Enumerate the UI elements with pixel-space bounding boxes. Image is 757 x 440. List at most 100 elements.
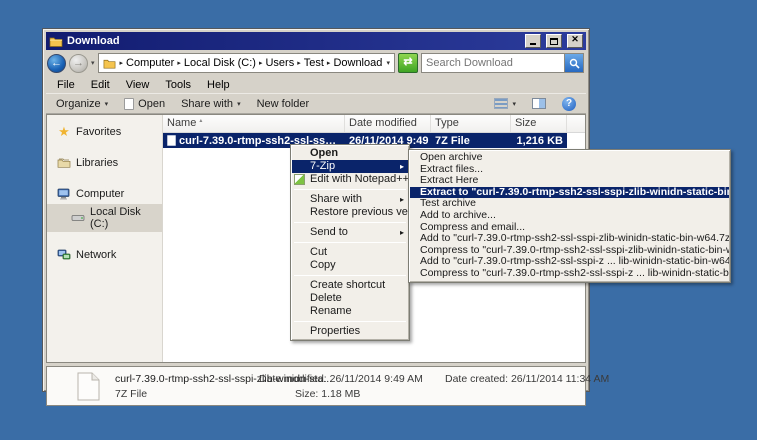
menu-tools[interactable]: Tools	[158, 78, 198, 92]
help-icon: ?	[562, 97, 576, 111]
submenu-item-extract-files[interactable]: Extract files...	[410, 164, 729, 176]
preview-pane-icon	[532, 98, 546, 109]
context-menu-item-rename[interactable]: Rename	[292, 305, 408, 318]
breadcrumb-local-disk-c[interactable]: Local Disk (C:)	[184, 57, 256, 69]
search-box	[421, 53, 584, 73]
submenu-item-extract-to-folder[interactable]: Extract to "curl-7.39.0-rtmp-ssh2-ssl-ss…	[410, 187, 729, 199]
chevron-down-icon: ▾	[237, 100, 241, 108]
context-menu-item-cut[interactable]: Cut	[292, 246, 408, 259]
column-headers: Name ▴ Date modified Type Size	[163, 115, 585, 133]
new-folder-button[interactable]: New folder	[250, 96, 317, 112]
menu-help[interactable]: Help	[200, 78, 237, 92]
context-menu-item-create-shortcut[interactable]: Create shortcut	[292, 279, 408, 292]
search-button[interactable]	[564, 54, 583, 72]
details-size: Size: 1.18 MB	[295, 388, 360, 400]
details-file-type: 7Z File	[115, 388, 147, 400]
libraries-icon	[57, 156, 71, 169]
chevron-down-icon: ▾	[105, 100, 109, 108]
minimize-button[interactable]	[525, 34, 541, 48]
sidebar-item-favorites[interactable]: ★ Favorites	[47, 123, 162, 140]
breadcrumb-separator-icon[interactable]: ▸	[259, 59, 263, 67]
context-menu-item-share-with[interactable]: Share with ▸	[292, 193, 408, 206]
context-menu-item-send-to[interactable]: Send to ▸	[292, 226, 408, 239]
breadcrumb-separator-icon[interactable]: ▸	[327, 59, 331, 67]
context-menu-item-properties[interactable]: Properties	[292, 325, 408, 338]
organize-button[interactable]: Organize▾	[49, 96, 115, 112]
share-with-button[interactable]: Share with▾	[174, 96, 248, 112]
forward-button[interactable]: →	[69, 54, 88, 73]
context-menu-item-open[interactable]: Open	[292, 147, 408, 160]
sidebar-item-libraries[interactable]: Libraries	[47, 154, 162, 171]
title-bar[interactable]: Download ✕	[46, 32, 586, 50]
column-header-name[interactable]: Name ▴	[163, 115, 345, 132]
submenu-item-add-to-7z[interactable]: Add to "curl-7.39.0-rtmp-ssh2-ssl-sspi-z…	[410, 233, 729, 245]
context-menu-item-7zip[interactable]: 7-Zip ▸	[292, 160, 408, 173]
menu-view[interactable]: View	[119, 78, 157, 92]
submenu-item-compress-and-email[interactable]: Compress and email...	[410, 222, 729, 234]
sort-ascending-icon: ▴	[199, 118, 202, 124]
7zip-submenu: Open archive Extract files... Extract He…	[408, 149, 731, 283]
column-header-type[interactable]: Type	[431, 115, 511, 132]
network-icon	[57, 248, 71, 261]
column-header-date-modified[interactable]: Date modified	[345, 115, 431, 132]
window-title: Download	[67, 35, 520, 47]
file-type-cell: 7Z File	[431, 135, 511, 147]
desktop: Download ✕ ← → ▾ ▸ Computer ▸ Local Disk…	[0, 0, 757, 440]
submenu-item-add-to-archive[interactable]: Add to archive...	[410, 210, 729, 222]
sidebar-item-computer[interactable]: Computer	[47, 185, 162, 202]
menu-edit[interactable]: Edit	[84, 78, 117, 92]
star-icon: ★	[57, 125, 71, 138]
computer-icon	[57, 187, 71, 200]
context-menu-item-restore-previous-versions[interactable]: Restore previous versions	[292, 206, 408, 219]
submenu-item-compress-to-7z-and-email[interactable]: Compress to "curl-7.39.0-rtmp-ssh2-ssl-s…	[410, 245, 729, 257]
change-view-button[interactable]: ▾	[487, 96, 523, 111]
context-menu-item-copy[interactable]: Copy	[292, 259, 408, 272]
address-dropdown-icon[interactable]: ▾	[386, 59, 390, 67]
context-menu-item-edit-with-notepadpp[interactable]: Edit with Notepad++	[292, 173, 408, 186]
submenu-item-test-archive[interactable]: Test archive	[410, 198, 729, 210]
folder-icon	[49, 35, 63, 48]
open-button[interactable]: Open	[117, 96, 172, 112]
maximize-button[interactable]	[546, 34, 562, 48]
submenu-item-compress-to-zip-and-email[interactable]: Compress to "curl-7.39.0-rtmp-ssh2-ssl-s…	[410, 268, 729, 280]
submenu-arrow-icon: ▸	[400, 160, 404, 173]
back-button[interactable]: ←	[47, 54, 66, 73]
menu-separator	[294, 189, 406, 190]
address-bar[interactable]: ▸ Computer ▸ Local Disk (C:) ▸ Users ▸ T…	[98, 53, 395, 73]
preview-pane-button[interactable]	[525, 96, 553, 111]
folder-icon	[103, 57, 117, 70]
sidebar-item-network[interactable]: Network	[47, 246, 162, 263]
breadcrumb-download[interactable]: Download	[333, 57, 382, 69]
submenu-item-add-to-zip[interactable]: Add to "curl-7.39.0-rtmp-ssh2-ssl-sspi-z…	[410, 256, 729, 268]
refresh-button[interactable]: ⇄	[398, 53, 418, 73]
menu-separator	[294, 275, 406, 276]
submenu-arrow-icon: ▸	[400, 193, 404, 206]
chevron-down-icon: ▾	[512, 100, 516, 108]
menu-separator	[294, 321, 406, 322]
search-input[interactable]	[422, 55, 564, 71]
command-toolbar: Organize▾ Open Share with▾ New folder ▾ …	[46, 93, 586, 114]
menu-file[interactable]: File	[50, 78, 82, 92]
file-icon	[167, 135, 176, 146]
breadcrumb-test[interactable]: Test	[304, 57, 324, 69]
breadcrumb-separator-icon[interactable]: ▸	[297, 59, 301, 67]
close-button[interactable]: ✕	[567, 34, 583, 48]
search-icon	[569, 58, 580, 69]
submenu-item-open-archive[interactable]: Open archive	[410, 152, 729, 164]
breadcrumb-separator-icon[interactable]: ▸	[177, 59, 181, 67]
breadcrumb-separator-icon[interactable]: ▸	[120, 59, 124, 67]
column-header-size[interactable]: Size	[511, 115, 567, 132]
sidebar-item-local-disk-c[interactable]: Local Disk (C:)	[47, 204, 162, 232]
notepad-plus-plus-icon	[294, 174, 305, 185]
details-pane: curl-7.39.0-rtmp-ssh2-ssl-sspi-zlib-wini…	[46, 366, 586, 406]
details-date-modified: Date modified: 26/11/2014 9:49 AM	[259, 373, 423, 385]
help-button[interactable]: ?	[555, 95, 583, 113]
file-size-cell: 1,216 KB	[511, 135, 567, 147]
breadcrumb-users[interactable]: Users	[265, 57, 294, 69]
context-menu-item-delete[interactable]: Delete	[292, 292, 408, 305]
views-icon	[494, 98, 508, 109]
submenu-item-extract-here[interactable]: Extract Here	[410, 175, 729, 187]
nav-history-dropdown-icon[interactable]: ▾	[91, 59, 95, 67]
breadcrumb-computer[interactable]: Computer	[126, 57, 174, 69]
hard-drive-icon	[71, 212, 85, 225]
